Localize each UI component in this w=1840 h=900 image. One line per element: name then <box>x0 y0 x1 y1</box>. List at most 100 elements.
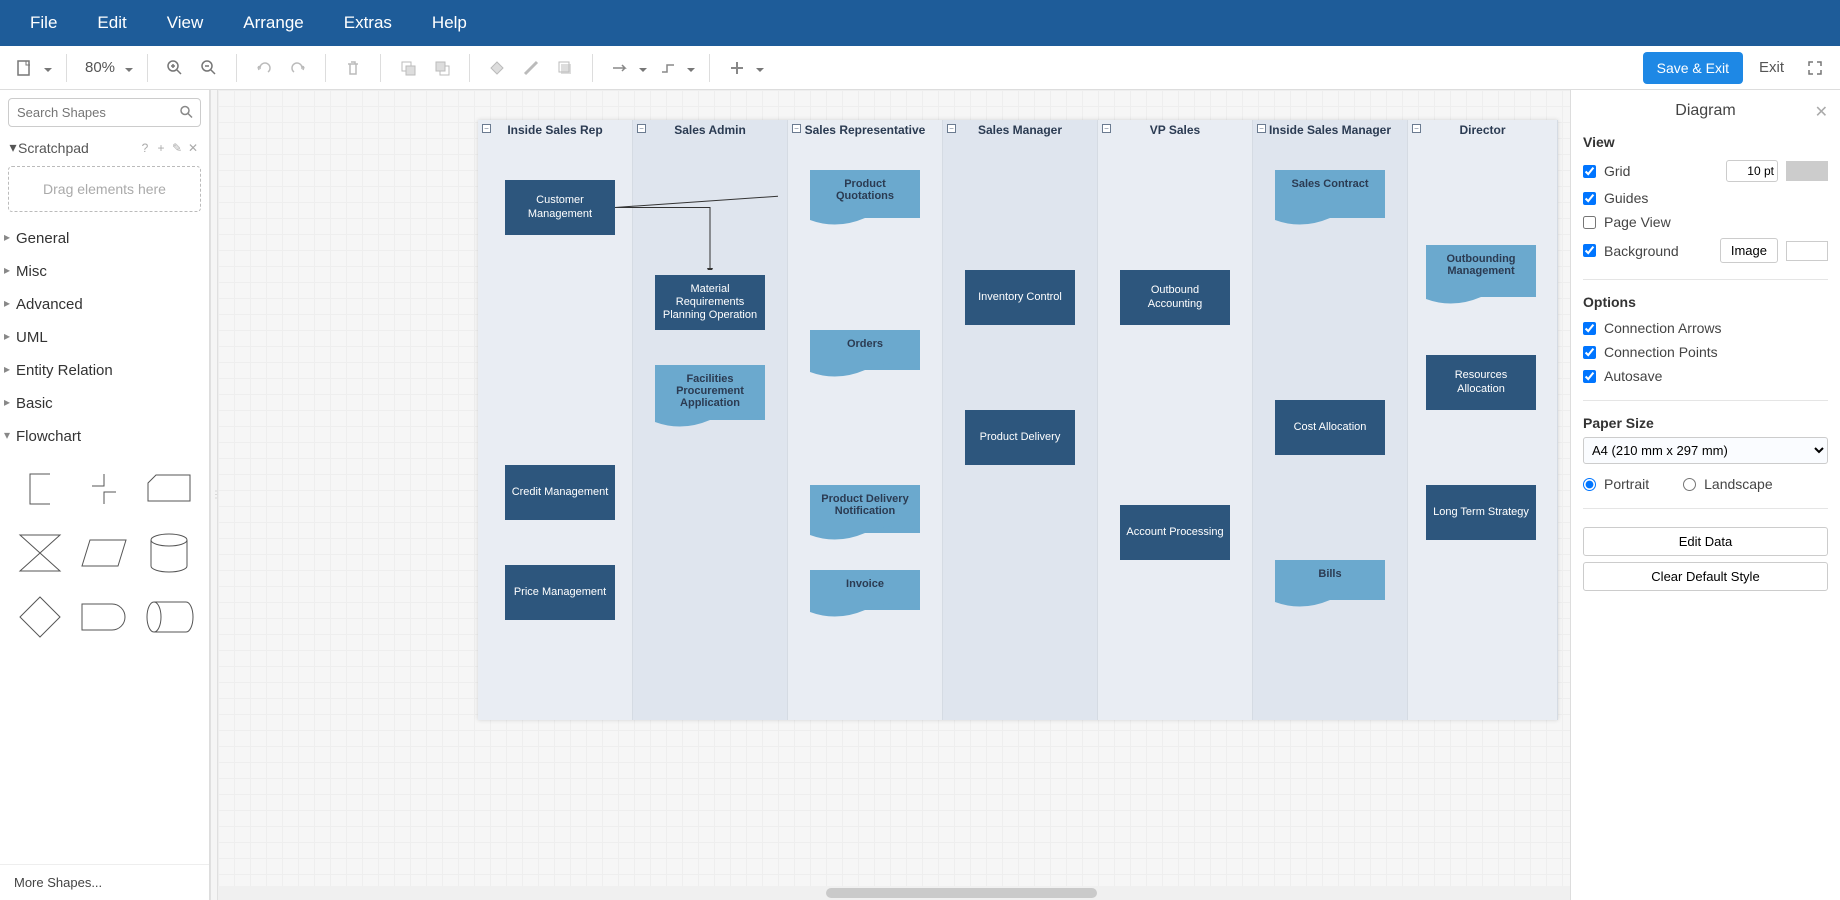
add-icon[interactable] <box>722 53 752 83</box>
node-oa[interactable]: Outbound Accounting <box>1120 270 1230 325</box>
fullscreen-icon[interactable] <box>1800 53 1830 83</box>
search-icon[interactable] <box>179 104 193 121</box>
shape-database[interactable] <box>143 527 195 579</box>
cat-uml[interactable]: UML <box>0 321 209 354</box>
canvas[interactable]: −Inside Sales Rep−Sales Admin−Sales Repr… <box>218 90 1570 900</box>
node-invc[interactable]: Invoice <box>810 570 920 610</box>
node-om[interactable]: Outbounding Management <box>1426 245 1536 297</box>
autosave-checkbox[interactable] <box>1583 370 1596 383</box>
node-ord[interactable]: Orders <box>810 330 920 370</box>
conn-arrows-checkbox[interactable] <box>1583 322 1596 335</box>
chevron-down-icon[interactable] <box>637 60 649 75</box>
cat-flowchart[interactable]: Flowchart <box>0 420 209 453</box>
stroke-icon[interactable] <box>516 53 546 83</box>
horizontal-scrollbar[interactable] <box>218 886 1570 900</box>
close-icon[interactable]: ✕ <box>185 141 201 155</box>
bg-color-swatch[interactable] <box>1786 241 1828 261</box>
node-ca[interactable]: Cost Allocation <box>1275 400 1385 455</box>
waypoint-icon[interactable] <box>653 53 683 83</box>
swimlane-page[interactable]: −Inside Sales Rep−Sales Admin−Sales Repr… <box>478 120 1558 720</box>
scratchpad-header[interactable]: ▾ Scratchpad ? + ✎ ✕ <box>0 135 209 160</box>
node-pd[interactable]: Product Delivery <box>965 410 1075 465</box>
lane-header: Sales Admin <box>633 123 787 137</box>
menu-help[interactable]: Help <box>412 13 487 33</box>
shape-collate[interactable] <box>14 527 66 579</box>
cat-entity-relation[interactable]: Entity Relation <box>0 354 209 387</box>
collapse-icon[interactable]: ▾ <box>8 139 18 156</box>
image-button[interactable]: Image <box>1720 238 1778 263</box>
scratchpad-drop[interactable]: Drag elements here <box>8 166 201 212</box>
menu-view[interactable]: View <box>147 13 224 33</box>
shape-data[interactable] <box>78 527 130 579</box>
menu-file[interactable]: File <box>10 13 77 33</box>
node-ap[interactable]: Account Processing <box>1120 505 1230 560</box>
new-doc-icon[interactable] <box>10 53 40 83</box>
node-cust[interactable]: Customer Management <box>505 180 615 235</box>
paper-size-select[interactable]: A4 (210 mm x 297 mm) <box>1583 437 1828 464</box>
zoom-out-icon[interactable] <box>194 53 224 83</box>
lane[interactable]: −Director <box>1408 120 1558 720</box>
zoom-in-icon[interactable] <box>160 53 190 83</box>
chevron-down-icon[interactable] <box>123 60 135 75</box>
menu-extras[interactable]: Extras <box>324 13 412 33</box>
edit-icon[interactable]: ✎ <box>169 141 185 155</box>
lane-header: VP Sales <box>1098 123 1252 137</box>
sidebar-resizer[interactable] <box>210 90 218 900</box>
guides-checkbox[interactable] <box>1583 192 1596 205</box>
node-ra[interactable]: Resources Allocation <box>1426 355 1536 410</box>
node-credit[interactable]: Credit Management <box>505 465 615 520</box>
clear-style-button[interactable]: Clear Default Style <box>1583 562 1828 591</box>
more-shapes[interactable]: More Shapes... <box>0 864 209 900</box>
exit-button[interactable]: Exit <box>1747 51 1796 84</box>
node-pq[interactable]: Product Quotations <box>810 170 920 218</box>
cat-general[interactable]: General <box>0 222 209 255</box>
help-icon[interactable]: ? <box>137 141 153 155</box>
fill-icon[interactable] <box>482 53 512 83</box>
close-icon[interactable]: ✕ <box>1815 102 1828 122</box>
menu-edit[interactable]: Edit <box>77 13 146 33</box>
shadow-icon[interactable] <box>550 53 580 83</box>
grid-size-input[interactable] <box>1726 160 1778 182</box>
chevron-down-icon[interactable] <box>754 60 766 75</box>
node-inv[interactable]: Inventory Control <box>965 270 1075 325</box>
node-pdn[interactable]: Product Delivery Notification <box>810 485 920 533</box>
shape-card[interactable] <box>143 463 195 515</box>
shape-annotation2[interactable] <box>78 463 130 515</box>
zoom-level[interactable]: 80% <box>79 59 121 76</box>
search-input[interactable] <box>8 98 201 127</box>
shape-annotation[interactable] <box>14 463 66 515</box>
shape-delay[interactable] <box>78 591 130 643</box>
lane[interactable]: −VP Sales <box>1098 120 1253 720</box>
redo-icon[interactable] <box>283 53 313 83</box>
undo-icon[interactable] <box>249 53 279 83</box>
pageview-checkbox[interactable] <box>1583 216 1596 229</box>
background-checkbox[interactable] <box>1583 244 1596 257</box>
node-price[interactable]: Price Management <box>505 565 615 620</box>
node-lts[interactable]: Long Term Strategy <box>1426 485 1536 540</box>
grid-color-swatch[interactable] <box>1786 161 1828 181</box>
menu-arrange[interactable]: Arrange <box>223 13 323 33</box>
delete-icon[interactable] <box>338 53 368 83</box>
node-sc[interactable]: Sales Contract <box>1275 170 1385 218</box>
node-fpa[interactable]: Facilities Procurement Application <box>655 365 765 420</box>
cat-misc[interactable]: Misc <box>0 255 209 288</box>
add-icon[interactable]: + <box>153 141 169 155</box>
save-exit-button[interactable]: Save & Exit <box>1643 52 1743 84</box>
landscape-radio[interactable] <box>1683 478 1696 491</box>
section-options: Options <box>1583 294 1828 310</box>
conn-points-checkbox[interactable] <box>1583 346 1596 359</box>
node-mrp[interactable]: Material Requirements Planning Operation <box>655 275 765 330</box>
edit-data-button[interactable]: Edit Data <box>1583 527 1828 556</box>
node-bills[interactable]: Bills <box>1275 560 1385 600</box>
to-front-icon[interactable] <box>393 53 423 83</box>
cat-basic[interactable]: Basic <box>0 387 209 420</box>
portrait-radio[interactable] <box>1583 478 1596 491</box>
line-style-icon[interactable] <box>605 53 635 83</box>
shape-stored-data[interactable] <box>143 591 195 643</box>
cat-advanced[interactable]: Advanced <box>0 288 209 321</box>
grid-checkbox[interactable] <box>1583 165 1596 178</box>
chevron-down-icon[interactable] <box>42 60 54 75</box>
chevron-down-icon[interactable] <box>685 60 697 75</box>
shape-decision[interactable] <box>14 591 66 643</box>
to-back-icon[interactable] <box>427 53 457 83</box>
